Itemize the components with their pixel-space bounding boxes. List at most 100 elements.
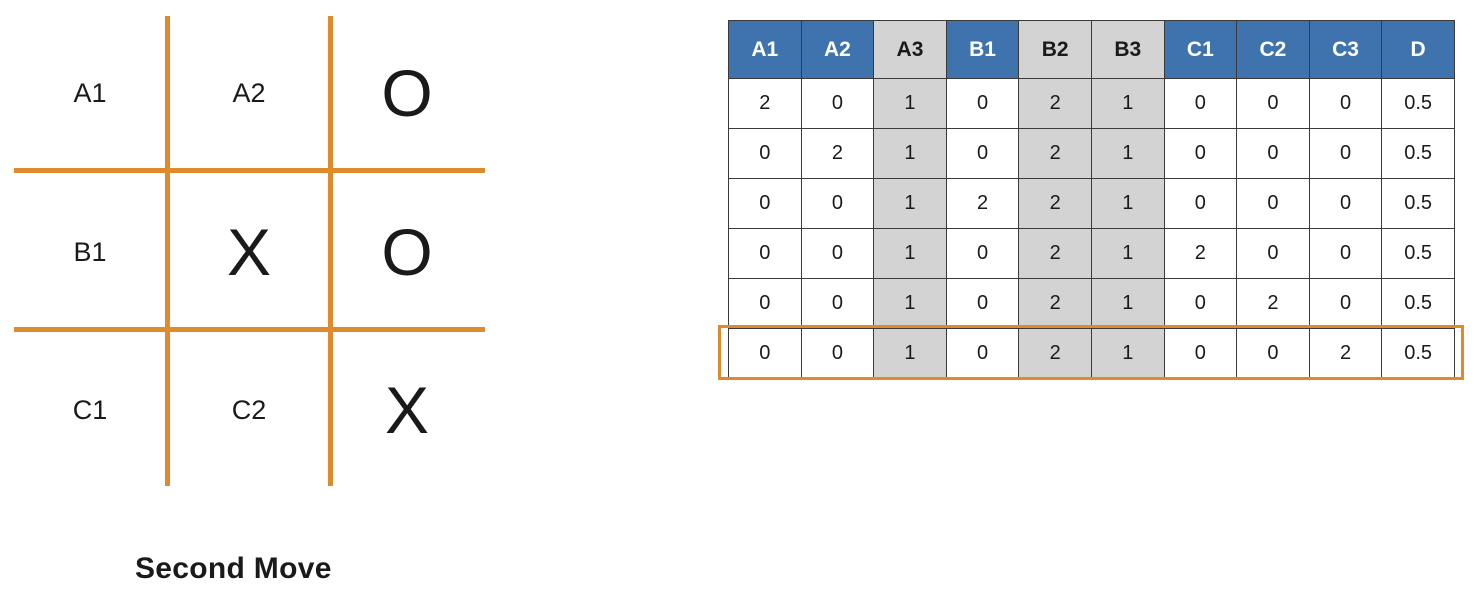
- cell-label: C1: [72, 394, 108, 425]
- table-cell: 0: [800, 78, 875, 129]
- table-cell: 2: [1018, 128, 1092, 179]
- table-cell: 0: [1308, 128, 1383, 179]
- cell-label: A1: [73, 77, 107, 108]
- column-header-a3: A3: [873, 20, 947, 79]
- board-cell-b3: O: [337, 207, 477, 297]
- state-table: A1 A2 A3 B1 B2 B3 C1 C2 C3 D 2 0 1 0 2 1 0 0 0 0.5 0 2 1 0 2 1 0 0…: [728, 20, 1455, 379]
- table-cell: 0: [728, 128, 802, 179]
- table-cell: 0: [1236, 128, 1310, 179]
- x-mark: X: [226, 215, 272, 289]
- table-cell: 0: [728, 328, 802, 379]
- board-cell-a3: O: [337, 48, 477, 138]
- cell-label: C2: [231, 394, 267, 425]
- table-cell: 2: [800, 128, 875, 179]
- table-cell: 0: [945, 128, 1020, 179]
- table-cell: 0: [1163, 328, 1238, 379]
- table-cell: 0: [1236, 78, 1310, 129]
- column-header-d: D: [1381, 20, 1455, 79]
- x-mark: X: [384, 373, 430, 447]
- column-header-a2: A2: [800, 20, 875, 79]
- table-cell: 1: [1090, 78, 1165, 129]
- table-cell: 0: [728, 278, 802, 329]
- table-cell: 0: [1163, 178, 1238, 229]
- table-cell: 2: [1018, 78, 1092, 129]
- table-cell: 2: [1018, 228, 1092, 279]
- table-cell: 0.5: [1381, 128, 1455, 179]
- table-cell: 0: [1163, 278, 1238, 329]
- table-cell: 1: [873, 328, 947, 379]
- column-header-c2: C2: [1236, 20, 1310, 79]
- table-cell: 0: [945, 328, 1020, 379]
- table-cell: 0: [945, 78, 1020, 129]
- table-cell: 0: [945, 278, 1020, 329]
- table-cell: 2: [728, 78, 802, 129]
- table-cell: 0: [1236, 328, 1310, 379]
- column-header-a1: A1: [728, 20, 802, 79]
- table-cell: 0.5: [1381, 78, 1455, 129]
- column-header-c3: C3: [1308, 20, 1383, 79]
- table-cell: 1: [873, 228, 947, 279]
- table-cell: 0.5: [1381, 228, 1455, 279]
- table-cell: 0: [1163, 128, 1238, 179]
- table-cell: 0: [945, 228, 1020, 279]
- tic-tac-toe-board: A1 A2 O B1 X O C1 C2 X: [0, 0, 500, 500]
- table-cell: 2: [945, 178, 1020, 229]
- table-cell: 0: [800, 228, 875, 279]
- board-cell-a1: A1: [20, 48, 160, 138]
- table-cell: 0: [800, 178, 875, 229]
- board-cell-b2: X: [179, 207, 319, 297]
- table-cell: 0: [800, 328, 875, 379]
- table-cell: 0: [800, 278, 875, 329]
- cell-label: B1: [73, 236, 107, 267]
- o-mark: O: [381, 215, 433, 289]
- table-cell: 0.5: [1381, 328, 1455, 379]
- table-cell: 2: [1018, 178, 1092, 229]
- table-cell: 0: [1163, 78, 1238, 129]
- table-row: 2 0 1 0 2 1 0 0 0 0.5: [728, 78, 1455, 129]
- table-row: 0 0 1 0 2 1 2 0 0 0.5: [728, 228, 1455, 279]
- column-header-c1: C1: [1163, 20, 1238, 79]
- table-cell: 2: [1163, 228, 1238, 279]
- board-horizontal-line-1: [14, 168, 485, 173]
- board-cell-b1: B1: [20, 207, 160, 297]
- table-row: 0 0 1 0 2 1 0 2 0 0.5: [728, 278, 1455, 329]
- table-cell: 1: [1090, 228, 1165, 279]
- table-cell: 0: [1236, 178, 1310, 229]
- table-header-row: A1 A2 A3 B1 B2 B3 C1 C2 C3 D: [728, 20, 1455, 79]
- table-cell: 2: [1236, 278, 1310, 329]
- table-cell: 1: [873, 78, 947, 129]
- table-body: 2 0 1 0 2 1 0 0 0 0.5 0 2 1 0 2 1 0 0 0 0.5 0 0 1 2 2 1 0 0 0 0.5 0 0 1 0…: [728, 78, 1455, 379]
- table-cell: 0: [728, 228, 802, 279]
- table-cell: 1: [1090, 178, 1165, 229]
- table-cell: 0: [1308, 278, 1383, 329]
- cell-label: A2: [232, 77, 266, 108]
- o-mark: O: [381, 56, 433, 130]
- board-cell-c2: C2: [179, 365, 319, 455]
- board-horizontal-line-2: [14, 327, 485, 332]
- table-cell: 1: [873, 178, 947, 229]
- board-cell-c3: X: [337, 365, 477, 455]
- caption: Second Move: [135, 552, 332, 585]
- column-header-b1: B1: [945, 20, 1020, 79]
- board-vertical-line-1: [165, 16, 170, 486]
- table-cell: 0.5: [1381, 278, 1455, 329]
- table-cell: 0: [728, 178, 802, 229]
- table-row: 0 2 1 0 2 1 0 0 0 0.5: [728, 128, 1455, 179]
- table-cell: 0: [1308, 228, 1383, 279]
- column-header-b2: B2: [1018, 20, 1092, 79]
- board-cell-c1: C1: [20, 365, 160, 455]
- table-cell: 0: [1236, 228, 1310, 279]
- table-cell: 0: [1308, 178, 1383, 229]
- table-cell: 1: [873, 278, 947, 329]
- table-cell: 1: [1090, 278, 1165, 329]
- table-cell: 2: [1308, 328, 1383, 379]
- table-cell: 2: [1018, 278, 1092, 329]
- board-cell-a2: A2: [179, 48, 319, 138]
- table-cell: 1: [873, 128, 947, 179]
- table-cell: 1: [1090, 128, 1165, 179]
- table-row: 0 0 1 2 2 1 0 0 0 0.5: [728, 178, 1455, 229]
- board-vertical-line-2: [328, 16, 333, 486]
- table-row-highlighted: 0 0 1 0 2 1 0 0 2 0.5: [728, 328, 1455, 379]
- state-table-wrap: A1 A2 A3 B1 B2 B3 C1 C2 C3 D 2 0 1 0 2 1 0 0 0 0.5 0 2 1 0 2 1 0 0…: [728, 20, 1455, 379]
- table-cell: 0.5: [1381, 178, 1455, 229]
